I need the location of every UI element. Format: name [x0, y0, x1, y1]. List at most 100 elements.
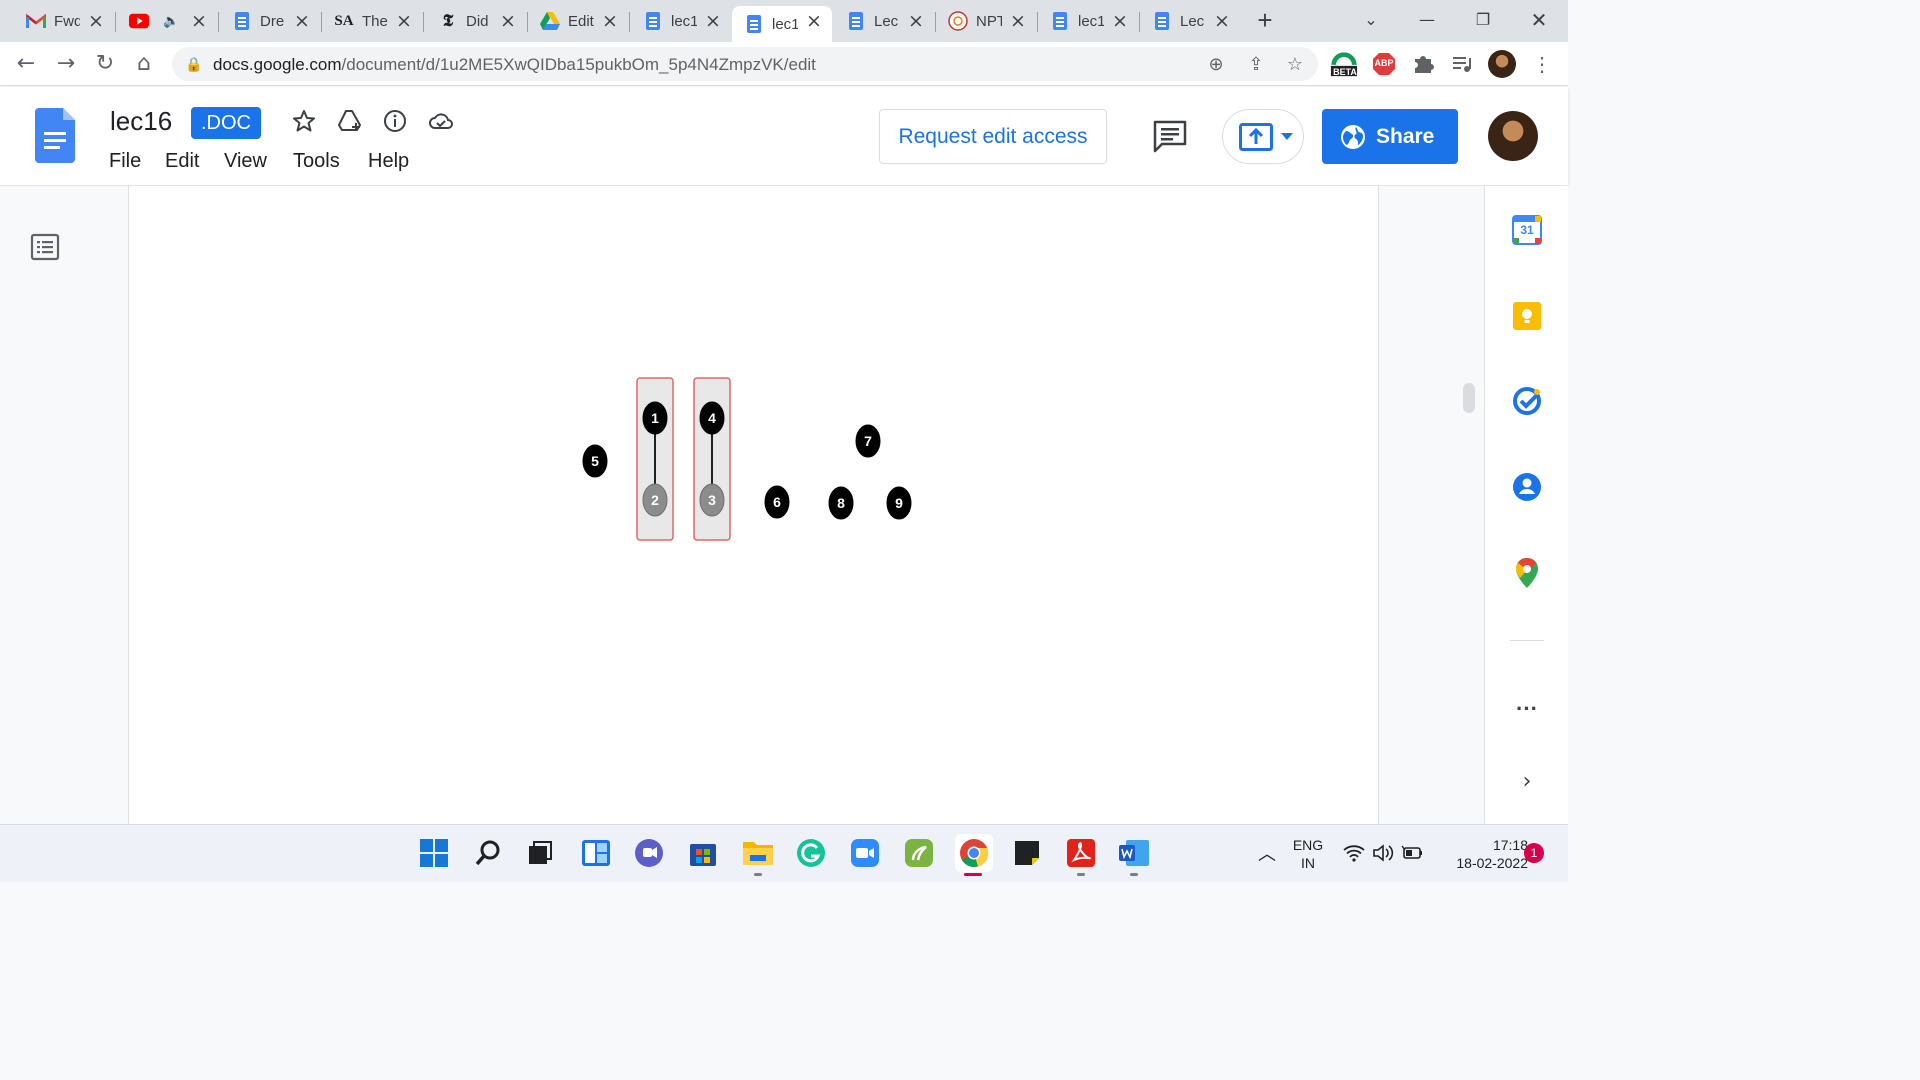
menu-file[interactable]: File: [109, 150, 141, 173]
close-tab-icon[interactable]: ×: [804, 11, 824, 31]
search-icon[interactable]: [471, 836, 505, 870]
close-tab-icon[interactable]: ×: [394, 11, 414, 31]
notification-badge[interactable]: 1: [1524, 843, 1544, 863]
document-title[interactable]: lec16: [110, 106, 172, 137]
battery-icon[interactable]: [1398, 836, 1426, 870]
tab[interactable]: Edit ×: [528, 6, 628, 36]
tab-search-chevron-icon[interactable]: ⌄: [1351, 6, 1391, 34]
comments-icon[interactable]: [1152, 119, 1188, 153]
close-tab-icon[interactable]: ×: [498, 11, 518, 31]
share-button[interactable]: Share: [1322, 109, 1458, 164]
home-button[interactable]: ⌂: [130, 50, 158, 78]
tab[interactable]: SA The ×: [322, 6, 422, 36]
file-explorer-icon[interactable]: [741, 836, 775, 870]
forward-button[interactable]: →: [52, 50, 80, 78]
tab[interactable]: Lec ×: [834, 6, 934, 36]
cloud-saved-icon[interactable]: [427, 107, 455, 135]
close-tab-icon[interactable]: ×: [703, 11, 723, 31]
beta-extension-icon[interactable]: BETA: [1330, 50, 1358, 78]
tasks-icon[interactable]: [1510, 384, 1544, 418]
close-tab-icon[interactable]: ×: [1110, 11, 1130, 31]
close-tab-icon[interactable]: ×: [906, 11, 926, 31]
contacts-icon[interactable]: [1510, 470, 1544, 504]
docs-header: lec16 .DOC File Edit View Tools Help Req…: [0, 87, 1568, 185]
grammarly-icon[interactable]: [794, 836, 828, 870]
tab[interactable]: lec1 ×: [1038, 6, 1138, 36]
close-tab-icon[interactable]: ×: [189, 11, 209, 31]
url-text[interactable]: docs.google.com/document/d/1u2ME5XwQIDba…: [213, 55, 816, 75]
share-page-icon[interactable]: ⇪: [1244, 53, 1268, 77]
close-tab-icon[interactable]: ×: [86, 11, 106, 31]
close-window-button[interactable]: ✕: [1519, 6, 1559, 34]
docs-logo-icon[interactable]: [35, 108, 75, 163]
microsoft-store-icon[interactable]: [686, 836, 720, 870]
lock-icon[interactable]: 🔒: [182, 53, 206, 77]
new-tab-button[interactable]: +: [1252, 7, 1278, 34]
docs-icon: [1050, 11, 1070, 31]
tab[interactable]: NPT ×: [936, 6, 1036, 36]
word-icon[interactable]: [1117, 836, 1151, 870]
document-page[interactable]: 1 2 4 3 5 6 7 8 9: [128, 186, 1379, 826]
present-button[interactable]: [1222, 109, 1304, 164]
sticky-notes-icon[interactable]: [1010, 836, 1044, 870]
menu-edit[interactable]: Edit: [165, 150, 199, 173]
expand-panel-chevron-icon[interactable]: ›: [1510, 764, 1544, 798]
back-button[interactable]: ←: [12, 50, 40, 78]
star-icon[interactable]: [290, 107, 318, 135]
tab-title: Fwd: [54, 12, 80, 30]
maps-icon[interactable]: [1510, 556, 1544, 590]
account-avatar[interactable]: [1488, 111, 1538, 161]
present-icon: [1239, 123, 1273, 151]
profile-avatar[interactable]: [1488, 50, 1516, 78]
tab[interactable]: Fwd ×: [14, 6, 114, 36]
close-tab-icon[interactable]: ×: [1212, 11, 1232, 31]
more-apps-icon[interactable]: ···: [1510, 692, 1544, 726]
minimize-button[interactable]: —: [1407, 6, 1447, 34]
bookmark-star-icon[interactable]: ☆: [1283, 53, 1307, 77]
tab[interactable]: Dre ×: [220, 6, 320, 36]
chrome-menu-icon[interactable]: ⋮: [1528, 50, 1556, 78]
chevron-up-icon[interactable]: ︿: [1250, 836, 1284, 870]
adblock-extension-icon[interactable]: ABP: [1370, 50, 1398, 78]
tab[interactable]: lec1 ×: [631, 6, 731, 36]
start-windows-icon[interactable]: [417, 836, 451, 870]
document-info-icon[interactable]: [381, 107, 409, 135]
close-tab-icon[interactable]: ×: [1008, 11, 1028, 31]
scrollbar-thumb[interactable]: [1463, 383, 1475, 413]
calendar-icon[interactable]: 31: [1510, 213, 1544, 247]
teams-chat-icon[interactable]: [632, 836, 666, 870]
reload-button[interactable]: ↻: [91, 50, 119, 78]
chrome-taskbar-icon[interactable]: [955, 834, 993, 872]
add-to-drive-icon[interactable]: [336, 107, 364, 135]
extensions-puzzle-icon[interactable]: [1409, 50, 1437, 78]
zoom-icon[interactable]: ⊕: [1204, 53, 1228, 77]
zoom-app-icon[interactable]: [848, 836, 882, 870]
input-language[interactable]: ENG IN: [1288, 836, 1328, 872]
media-control-icon[interactable]: [1448, 50, 1476, 78]
request-edit-access-button[interactable]: Request edit access: [879, 109, 1107, 164]
tab-separator: [115, 12, 116, 32]
document-outline-icon[interactable]: [30, 232, 60, 262]
clock[interactable]: 17:18 18-02-2022: [1432, 836, 1528, 872]
task-view-icon[interactable]: [523, 836, 557, 870]
volume-icon[interactable]: [1369, 836, 1397, 870]
audio-playing-icon[interactable]: 🔈: [163, 14, 179, 29]
widgets-icon[interactable]: [579, 836, 613, 870]
region-code: IN: [1301, 855, 1315, 871]
menu-tools[interactable]: Tools: [293, 150, 340, 173]
close-tab-icon[interactable]: ×: [600, 11, 620, 31]
restore-button[interactable]: ❐: [1463, 6, 1503, 34]
notes-app-icon[interactable]: [902, 836, 936, 870]
tab-active[interactable]: lec1 ×: [732, 6, 832, 42]
tab[interactable]: 𝕿 Did ×: [426, 6, 526, 36]
language-code: ENG: [1292, 837, 1324, 853]
acrobat-icon[interactable]: [1064, 836, 1098, 870]
menu-help[interactable]: Help: [368, 150, 409, 173]
tab[interactable]: 🔈 ×: [117, 6, 217, 36]
menu-view[interactable]: View: [224, 150, 267, 173]
address-bar[interactable]: 🔒 docs.google.com/document/d/1u2ME5XwQID…: [172, 47, 1318, 81]
wifi-icon[interactable]: [1340, 836, 1368, 870]
keep-icon[interactable]: [1510, 299, 1544, 333]
tab[interactable]: Lec ×: [1140, 6, 1240, 36]
close-tab-icon[interactable]: ×: [292, 11, 312, 31]
